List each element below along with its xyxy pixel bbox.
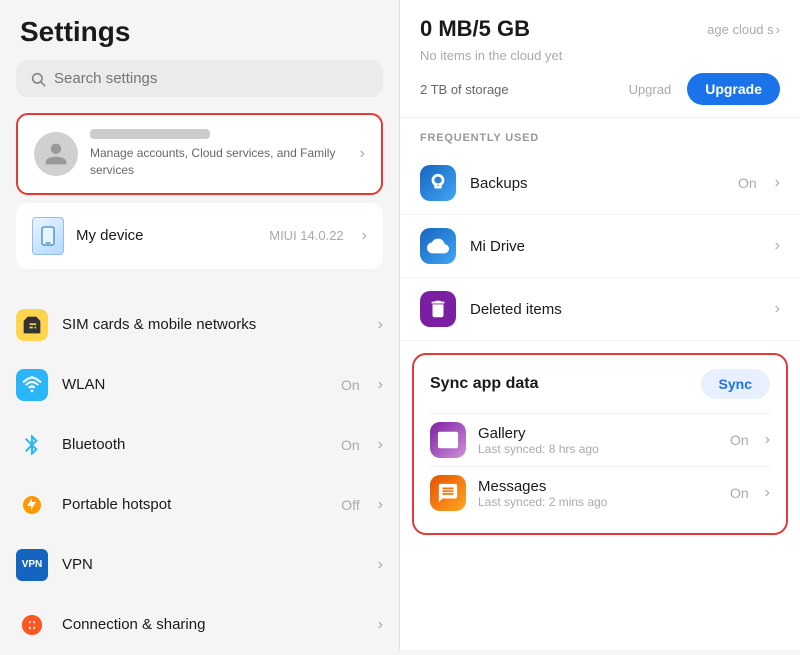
gallery-value: On (730, 432, 749, 448)
bluetooth-label: Bluetooth (62, 436, 327, 453)
backups-icon (420, 165, 456, 201)
gallery-time: Last synced: 8 hrs ago (478, 442, 718, 456)
messages-info: Messages Last synced: 2 mins ago (478, 478, 718, 509)
bluetooth-value: On (341, 437, 360, 453)
vpn-icon: VPN (16, 549, 48, 581)
midrive-chevron: › (775, 237, 780, 255)
right-panel: 0 MB/5 GB age cloud s › No items in the … (400, 0, 800, 650)
page-title: Settings (0, 16, 399, 60)
storage-header: 0 MB/5 GB age cloud s › No items in the … (400, 0, 800, 118)
hotspot-icon (16, 489, 48, 521)
vpn-chevron: › (378, 556, 383, 574)
right-menu-item-midrive[interactable]: Mi Drive › (400, 215, 800, 278)
vpn-label: VPN (62, 556, 364, 573)
deleted-label: Deleted items (470, 301, 743, 318)
my-device-row[interactable]: My device MIUI 14.0.22 › (16, 203, 383, 269)
sim-label: SIM cards & mobile networks (62, 316, 364, 333)
menu-item-wlan[interactable]: WLAN On › (0, 355, 399, 415)
sim-chevron: › (378, 316, 383, 334)
bluetooth-chevron: › (378, 436, 383, 454)
account-card[interactable]: Manage accounts, Cloud services, and Fam… (16, 113, 383, 195)
bluetooth-icon (16, 429, 48, 461)
sync-header: Sync app data Sync (430, 369, 770, 399)
backups-value: On (738, 175, 757, 191)
no-items-text: No items in the cloud yet (420, 48, 780, 63)
storage-size-label: 2 TB of storage (420, 82, 509, 97)
hotspot-value: Off (341, 497, 359, 513)
messages-name: Messages (478, 478, 718, 495)
deleted-icon (420, 291, 456, 327)
search-input[interactable] (54, 70, 369, 87)
gallery-chevron: › (765, 431, 770, 449)
backups-chevron: › (775, 174, 780, 192)
gallery-info: Gallery Last synced: 8 hrs ago (478, 425, 718, 456)
phone-icon (41, 226, 55, 246)
storage-amount: 0 MB/5 GB (420, 16, 530, 42)
sync-section: Sync app data Sync Gallery Last synced: … (412, 353, 788, 535)
left-panel: Settings Manage accounts, Cloud services… (0, 0, 400, 650)
hotspot-chevron: › (378, 496, 383, 514)
sync-item-gallery[interactable]: Gallery Last synced: 8 hrs ago On › (430, 413, 770, 466)
account-chevron: › (360, 145, 365, 163)
right-menu-item-backups[interactable]: Backups On › (400, 152, 800, 215)
sim-icon (16, 309, 48, 341)
wlan-value: On (341, 377, 360, 393)
sync-title: Sync app data (430, 375, 538, 393)
midrive-label: Mi Drive (470, 238, 743, 255)
account-name-blurred (90, 129, 210, 139)
wlan-chevron: › (378, 376, 383, 394)
my-device-version: MIUI 14.0.22 (269, 228, 343, 243)
menu-item-sim[interactable]: SIM cards & mobile networks › (0, 295, 399, 355)
gallery-icon (430, 422, 466, 458)
menu-item-bluetooth[interactable]: Bluetooth On › (0, 415, 399, 475)
wlan-icon (16, 369, 48, 401)
search-icon (30, 71, 46, 87)
connection-icon (16, 609, 48, 641)
frequently-used-label: FREQUENTLY USED (400, 118, 800, 152)
cloud-chevron: › (776, 22, 780, 37)
wlan-label: WLAN (62, 376, 327, 393)
sync-item-messages[interactable]: Messages Last synced: 2 mins ago On › (430, 466, 770, 519)
avatar (34, 132, 78, 176)
connection-label: Connection & sharing (62, 616, 364, 633)
gallery-name: Gallery (478, 425, 718, 442)
search-bar[interactable] (16, 60, 383, 97)
device-icon (32, 217, 64, 255)
account-description: Manage accounts, Cloud services, and Fam… (90, 145, 348, 179)
messages-icon (430, 475, 466, 511)
menu-item-hotspot[interactable]: Portable hotspot Off › (0, 475, 399, 535)
right-menu-item-deleted[interactable]: Deleted items › (400, 278, 800, 341)
connection-chevron: › (378, 616, 383, 634)
messages-value: On (730, 485, 749, 501)
age-cloud-link[interactable]: age cloud s › (707, 22, 780, 37)
deleted-chevron: › (775, 300, 780, 318)
menu-item-vpn[interactable]: VPN VPN › (0, 535, 399, 595)
messages-time: Last synced: 2 mins ago (478, 495, 718, 509)
sync-button[interactable]: Sync (701, 369, 770, 399)
backups-label: Backups (470, 175, 724, 192)
messages-chevron: › (765, 484, 770, 502)
midrive-icon (420, 228, 456, 264)
my-device-chevron: › (362, 227, 367, 245)
upgrade-button[interactable]: Upgrade (687, 73, 780, 105)
account-info: Manage accounts, Cloud services, and Fam… (90, 129, 348, 179)
my-device-label: My device (76, 227, 257, 244)
upgrade-label: Upgrad (629, 82, 672, 97)
person-icon (43, 141, 69, 167)
hotspot-label: Portable hotspot (62, 496, 327, 513)
menu-item-connection[interactable]: Connection & sharing › (0, 595, 399, 655)
